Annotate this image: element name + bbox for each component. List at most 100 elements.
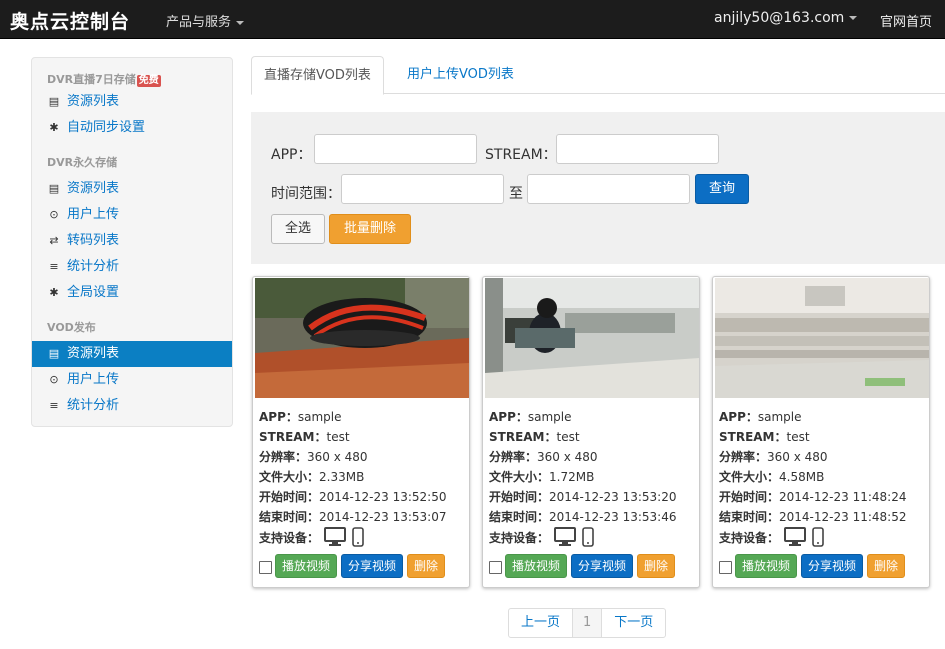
sidebar-item-transcode[interactable]: ⇄ 转码列表 (32, 228, 232, 254)
sidebar-section-title: DVR直播7日存储 (47, 73, 136, 86)
user-email: anjily50@163.com (714, 10, 845, 26)
video-card: APP：sample STREAM：test 分辨率：360 x 480 文件大… (712, 276, 930, 588)
stream-input[interactable] (556, 134, 719, 164)
sidebar-item-label: 统计分析 (67, 259, 120, 274)
brand-logo[interactable]: 奥点云控制台 (10, 7, 130, 34)
card-devices: 支持设备： (489, 527, 597, 550)
products-menu[interactable]: 产品与服务 (166, 11, 245, 30)
card-end-time: 结束时间：2014-12-23 13:53:07 (259, 510, 447, 524)
gear-icon: ✱ (49, 121, 59, 134)
card-end-time: 结束时间：2014-12-23 13:53:46 (489, 510, 677, 524)
sidebar-section-vod: VOD发布 (47, 321, 96, 334)
card-stream: STREAM：test (489, 430, 580, 444)
card-app: APP：sample (489, 410, 572, 424)
card-size: 文件大小：4.58MB (719, 470, 825, 484)
sidebar-item-dvr-resources[interactable]: ▤ 资源列表 (32, 176, 232, 202)
card-resolution: 分辨率：360 x 480 (489, 450, 598, 464)
video-thumbnail[interactable] (485, 278, 699, 398)
sidebar-item-label: 资源列表 (67, 346, 120, 361)
sidebar: DVR直播7日存储 免费 ▤ 资源列表 ✱ 自动同步设置 DVR永久存储 ▤ 资源列表 … (31, 57, 233, 427)
gear-icon: ✱ (49, 286, 59, 299)
sidebar-item-vod-stats[interactable]: ≡ 统计分析 (32, 393, 232, 419)
select-checkbox[interactable] (259, 561, 272, 574)
filter-panel: APP： STREAM： 时间范围： 至 查询 全选 批量删除 (251, 112, 945, 264)
video-thumbnail[interactable] (255, 278, 469, 398)
list-icon: ≡ (49, 260, 59, 273)
select-all-button[interactable]: 全选 (271, 214, 325, 244)
time-to-input[interactable] (527, 174, 690, 204)
card-start-time: 开始时间：2014-12-23 11:48:24 (719, 490, 907, 504)
retweet-icon: ⇄ (49, 234, 59, 247)
select-checkbox[interactable] (719, 561, 732, 574)
tab-live-storage-vod[interactable]: 直播存储VOD列表 (251, 56, 384, 95)
vod-tabs: 直播存储VOD列表 用户上传VOD列表 (251, 56, 945, 95)
share-video-button[interactable]: 分享视频 (571, 554, 633, 578)
play-video-button[interactable]: 播放视频 (275, 554, 337, 578)
film-icon: ▤ (48, 95, 60, 108)
sidebar-item-label: 用户上传 (67, 207, 120, 222)
home-link[interactable]: 官网首页 (880, 11, 932, 30)
stream-label: STREAM： (485, 147, 557, 163)
video-card: APP：sample STREAM：test 分辨率：360 x 480 文件大… (252, 276, 470, 588)
sidebar-item-dvr7-resources[interactable]: ▤ 资源列表 (32, 89, 232, 115)
card-size: 文件大小：1.72MB (489, 470, 595, 484)
desktop-icon (553, 527, 576, 546)
delete-button[interactable]: 删除 (867, 554, 905, 578)
sidebar-item-dvr-stats[interactable]: ≡ 统计分析 (32, 254, 232, 280)
card-end-time: 结束时间：2014-12-23 11:48:52 (719, 510, 907, 524)
card-start-time: 开始时间：2014-12-23 13:52:50 (259, 490, 447, 504)
card-resolution: 分辨率：360 x 480 (259, 450, 368, 464)
user-menu[interactable]: anjily50@163.com (714, 10, 858, 26)
app-label: APP： (271, 147, 312, 163)
sidebar-item-vod-upload[interactable]: ⊙ 用户上传 (32, 367, 232, 393)
play-video-button[interactable]: 播放视频 (505, 554, 567, 578)
prev-page-button[interactable]: 上一页 (509, 609, 572, 637)
free-badge: 免费 (136, 75, 161, 87)
delete-button[interactable]: 删除 (407, 554, 445, 578)
mobile-icon (352, 527, 364, 547)
play-video-button[interactable]: 播放视频 (735, 554, 797, 578)
sidebar-item-label: 转码列表 (67, 233, 120, 248)
caret-down-icon (236, 20, 245, 25)
card-app: APP：sample (259, 410, 342, 424)
sidebar-item-auto-sync[interactable]: ✱ 自动同步设置 (32, 115, 232, 141)
time-from-input[interactable] (341, 174, 504, 204)
card-resolution: 分辨率：360 x 480 (719, 450, 828, 464)
film-icon: ▤ (48, 347, 60, 360)
sidebar-item-global-settings[interactable]: ✱ 全局设置 (32, 280, 232, 306)
batch-delete-button[interactable]: 批量删除 (329, 214, 411, 244)
select-checkbox[interactable] (489, 561, 502, 574)
share-video-button[interactable]: 分享视频 (341, 554, 403, 578)
sidebar-item-vod-resources[interactable]: ▤ 资源列表 (32, 341, 232, 367)
share-video-button[interactable]: 分享视频 (801, 554, 863, 578)
caret-down-icon (849, 16, 858, 20)
card-devices: 支持设备： (719, 527, 827, 550)
to-label: 至 (509, 186, 523, 202)
mobile-icon (582, 527, 594, 547)
delete-button[interactable]: 删除 (637, 554, 675, 578)
list-icon: ≡ (49, 399, 59, 412)
video-thumbnail[interactable] (715, 278, 929, 398)
card-devices: 支持设备： (259, 527, 367, 550)
sidebar-item-label: 资源列表 (67, 94, 120, 109)
query-button[interactable]: 查询 (695, 174, 749, 204)
mobile-icon (812, 527, 824, 547)
app-input[interactable] (314, 134, 477, 164)
upload-icon: ⊙ (49, 208, 59, 221)
next-page-button[interactable]: 下一页 (602, 609, 665, 637)
upload-icon: ⊙ (49, 373, 59, 386)
time-range-label: 时间范围： (271, 186, 341, 202)
film-icon: ▤ (48, 182, 60, 195)
sidebar-item-label: 用户上传 (67, 372, 120, 387)
card-size: 文件大小：2.33MB (259, 470, 365, 484)
sidebar-item-label: 全局设置 (67, 285, 120, 300)
card-stream: STREAM：test (719, 430, 810, 444)
desktop-icon (783, 527, 806, 546)
sidebar-item-dvr-upload[interactable]: ⊙ 用户上传 (32, 202, 232, 228)
sidebar-section-dvr7: DVR直播7日存储 免费 (47, 71, 161, 87)
pagination: 上一页 1 下一页 (508, 608, 667, 638)
tab-user-upload-vod[interactable]: 用户上传VOD列表 (395, 56, 526, 95)
card-app: APP：sample (719, 410, 802, 424)
sidebar-item-label: 资源列表 (67, 181, 120, 196)
sidebar-item-label: 自动同步设置 (67, 120, 146, 135)
